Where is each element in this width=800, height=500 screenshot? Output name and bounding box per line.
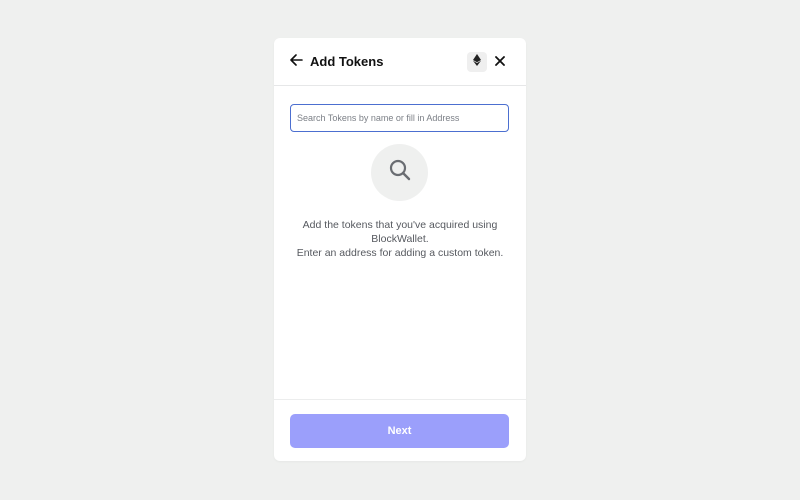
panel-header: Add Tokens xyxy=(274,38,526,86)
search-icon xyxy=(389,159,411,186)
network-selector-button[interactable] xyxy=(467,52,487,72)
ethereum-icon xyxy=(473,53,481,71)
panel-footer: Next xyxy=(274,399,526,461)
empty-state-line-1: Add the tokens that you've acquired usin… xyxy=(302,219,498,245)
app-stage: Add Tokens Search Tokens by name or fill… xyxy=(0,0,800,500)
empty-state-line-2: Enter an address for adding a custom tok… xyxy=(296,247,504,259)
next-button[interactable]: Next xyxy=(290,414,509,448)
back-button[interactable] xyxy=(288,52,304,72)
close-icon xyxy=(495,53,505,71)
close-button[interactable] xyxy=(493,52,507,72)
search-input[interactable] xyxy=(290,104,509,132)
add-tokens-panel: Add Tokens Search Tokens by name or fill… xyxy=(274,38,526,461)
arrow-left-icon xyxy=(289,53,303,71)
empty-state-message: Add the tokens that you've acquired usin… xyxy=(284,218,516,260)
page-title: Add Tokens xyxy=(310,54,384,69)
search-illustration xyxy=(371,144,428,201)
